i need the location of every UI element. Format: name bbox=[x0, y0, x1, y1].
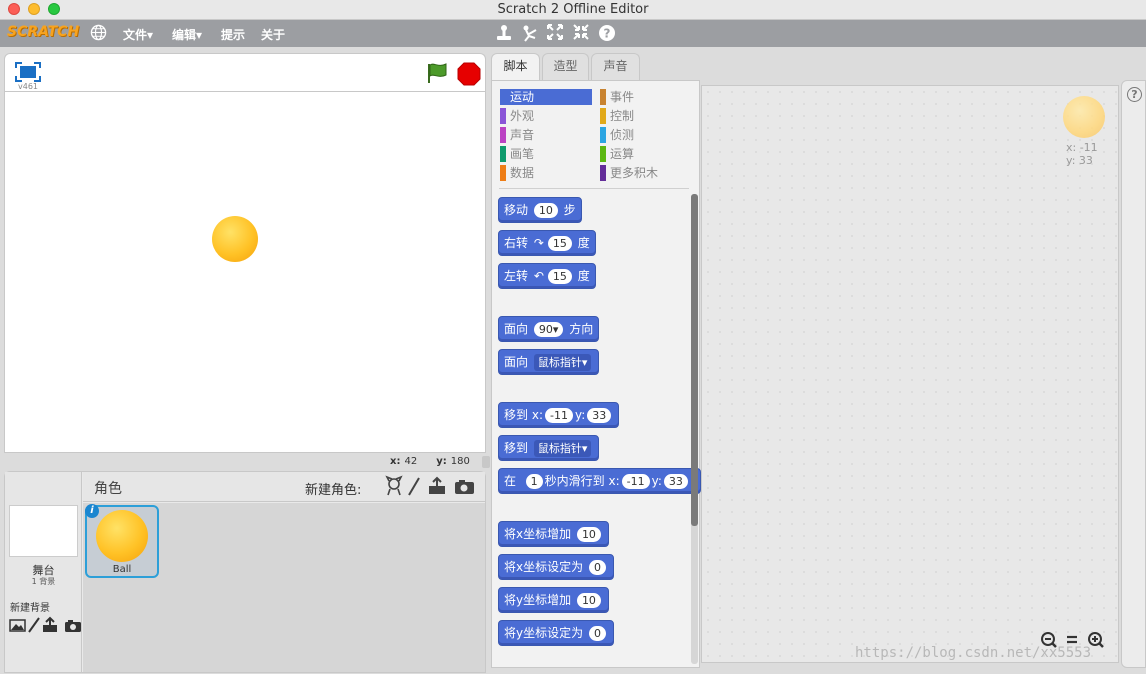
sprite-y-readout: y: 33 bbox=[1066, 154, 1093, 167]
upload-backdrop-icon bbox=[43, 616, 57, 632]
cut-icon[interactable] bbox=[521, 24, 539, 46]
sprites-title: 角色 bbox=[94, 481, 122, 497]
stop-icon[interactable] bbox=[457, 62, 481, 86]
tab-sounds[interactable]: 声音 bbox=[591, 53, 640, 80]
category-more-blocks[interactable]: 更多积木 bbox=[600, 165, 690, 181]
sprite-panel: 舞台 1 背景 新建背景 角色 新建角色: i Ball bbox=[4, 471, 486, 673]
duplicate-icon[interactable] bbox=[496, 24, 512, 46]
rotate-right-icon: ↷ bbox=[533, 236, 544, 250]
stage-header: v461 bbox=[4, 53, 486, 91]
menu-about[interactable]: 关于 bbox=[261, 26, 285, 43]
help-question-icon[interactable]: ? bbox=[1127, 87, 1142, 102]
menu-bar: SCRATCH 文件▾ 编辑▾ 提示 关于 ? bbox=[0, 20, 1146, 47]
svg-text:?: ? bbox=[604, 27, 611, 41]
category-data[interactable]: 数据 bbox=[500, 165, 592, 181]
script-area[interactable]: x: -11 y: 33 bbox=[701, 85, 1119, 663]
title-bar: Scratch 2 Offline Editor bbox=[0, 0, 1146, 20]
category-pen[interactable]: 画笔 bbox=[500, 146, 592, 162]
camera-backdrop-icon bbox=[65, 620, 81, 632]
sprite-list: i Ball bbox=[83, 503, 485, 672]
menu-file[interactable]: 文件▾ bbox=[123, 26, 153, 43]
version-label: v461 bbox=[18, 82, 39, 91]
backdrop-count: 1 背景 bbox=[31, 577, 56, 586]
stage-column: 舞台 1 背景 新建背景 bbox=[5, 472, 82, 672]
info-icon[interactable]: i bbox=[85, 504, 99, 518]
watermark: https://blog.csdn.net/xx5553 bbox=[855, 645, 1092, 661]
blocks-palette: 运动 事件 外观 控制 声音 侦测 画笔 运算 数据 更多积木 移动 10 步 … bbox=[491, 80, 701, 668]
upload-sprite-icon bbox=[429, 476, 445, 494]
category-motion[interactable]: 运动 bbox=[500, 89, 592, 105]
block-goto[interactable]: 移到 鼠标指针▾ bbox=[498, 435, 600, 461]
block-point-direction[interactable]: 面向 90▾ 方向 bbox=[498, 316, 600, 342]
current-sprite-preview bbox=[1063, 96, 1105, 138]
palette-divider bbox=[499, 188, 689, 189]
shrink-icon[interactable] bbox=[573, 24, 589, 44]
help-icon[interactable]: ? bbox=[598, 24, 616, 46]
category-events[interactable]: 事件 bbox=[600, 89, 690, 105]
category-sensing[interactable]: 侦测 bbox=[600, 127, 690, 143]
block-turn-right[interactable]: 右转 ↷ 15 度 bbox=[498, 230, 596, 256]
backdrop-library-icon bbox=[9, 619, 26, 632]
zoom-in-icon bbox=[1088, 632, 1104, 648]
stage-canvas[interactable] bbox=[4, 91, 486, 453]
block-change-x[interactable]: 将x坐标增加 10 bbox=[498, 521, 609, 547]
block-point-towards[interactable]: 面向 鼠标指针▾ bbox=[498, 349, 600, 375]
zoom-reset-icon bbox=[1067, 635, 1077, 644]
menu-tips[interactable]: 提示 bbox=[221, 26, 245, 43]
grow-icon[interactable] bbox=[547, 24, 563, 44]
ball-thumbnail-image bbox=[96, 510, 148, 562]
palette-scrollbar[interactable] bbox=[691, 194, 698, 526]
sprite-thumbnail[interactable]: i Ball bbox=[85, 504, 159, 578]
scratch-logo[interactable]: SCRATCH bbox=[7, 24, 79, 40]
category-control[interactable]: 控制 bbox=[600, 108, 690, 124]
new-backdrop-label: 新建背景 bbox=[10, 603, 50, 614]
category-looks[interactable]: 外观 bbox=[500, 108, 592, 124]
new-sprite-label: 新建角色: bbox=[305, 483, 362, 498]
camera-sprite-icon bbox=[455, 480, 474, 494]
help-sidebar: ? bbox=[1121, 80, 1146, 668]
category-operators[interactable]: 运算 bbox=[600, 146, 690, 162]
new-sprite-tools bbox=[385, 475, 477, 502]
mouse-coordinates: x: 42 y: 180 bbox=[390, 456, 470, 467]
sprite-name: Ball bbox=[112, 564, 132, 575]
stage-thumbnail[interactable] bbox=[9, 505, 78, 557]
green-flag-icon[interactable] bbox=[425, 62, 449, 84]
category-sound[interactable]: 声音 bbox=[500, 127, 592, 143]
block-move-steps[interactable]: 移动 10 步 bbox=[498, 197, 582, 223]
tab-scripts[interactable]: 脚本 bbox=[491, 53, 540, 81]
collapse-stage-handle[interactable] bbox=[482, 456, 490, 468]
block-glide[interactable]: 在 1 秒内滑行到 x: -11 y: 33 bbox=[498, 468, 701, 494]
menu-edit[interactable]: 编辑▾ bbox=[172, 26, 202, 43]
block-turn-left[interactable]: 左转 ↶ 15 度 bbox=[498, 263, 596, 289]
sprite-library-icon bbox=[385, 475, 403, 496]
block-goto-xy[interactable]: 移到 x: -11 y: 33 bbox=[498, 402, 620, 428]
tab-costumes[interactable]: 造型 bbox=[542, 53, 589, 80]
block-set-x[interactable]: 将x坐标设定为 0 bbox=[498, 554, 614, 580]
block-set-y[interactable]: 将y坐标设定为 0 bbox=[498, 620, 614, 646]
rotate-left-icon: ↶ bbox=[533, 269, 544, 283]
paint-backdrop-icon bbox=[28, 617, 40, 633]
block-change-y[interactable]: 将y坐标增加 10 bbox=[498, 587, 609, 613]
sprite-x-readout: x: -11 bbox=[1066, 141, 1098, 154]
sprites-header: 角色 新建角色: bbox=[83, 472, 485, 502]
presentation-mode-icon[interactable] bbox=[15, 62, 41, 82]
language-globe-icon[interactable] bbox=[90, 24, 108, 42]
new-backdrop-tools bbox=[9, 616, 83, 638]
paint-sprite-icon bbox=[408, 477, 420, 496]
window-title: Scratch 2 Offline Editor bbox=[497, 2, 649, 17]
ball-sprite[interactable] bbox=[212, 216, 258, 262]
